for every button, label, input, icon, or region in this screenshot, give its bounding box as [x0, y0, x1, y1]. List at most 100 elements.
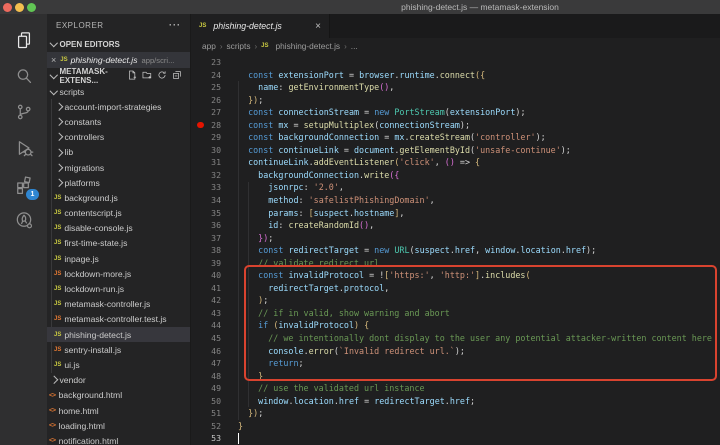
- tab-close-icon[interactable]: ×: [315, 21, 321, 32]
- breakpoint-icon[interactable]: [197, 122, 204, 129]
- line-number[interactable]: 51: [191, 407, 221, 420]
- code-line-23[interactable]: 23: [191, 56, 720, 69]
- breadcrumb-item[interactable]: ...: [351, 41, 358, 51]
- tree-item-loading-html[interactable]: <>loading.html: [47, 418, 190, 433]
- line-number[interactable]: 48: [191, 370, 221, 383]
- line-number[interactable]: 45: [191, 332, 221, 345]
- tree-item-notification-html[interactable]: <>notification.html: [47, 433, 190, 445]
- code-editor[interactable]: 2324 const extensionPort = browser.runti…: [191, 54, 720, 445]
- tree-item-ui-js[interactable]: JSui.js: [47, 357, 190, 372]
- code-line-36[interactable]: 36 id: createRandomId(),: [191, 219, 720, 232]
- tree-item-constants[interactable]: constants: [47, 114, 190, 129]
- new-file-icon[interactable]: [127, 70, 137, 82]
- close-window-button[interactable]: [3, 3, 12, 12]
- tree-item-lib[interactable]: lib: [47, 145, 190, 160]
- code-line-26[interactable]: 26 });: [191, 94, 720, 107]
- line-number[interactable]: 43: [191, 307, 221, 320]
- tree-item-sentry-install-js[interactable]: JSsentry-install.js: [47, 342, 190, 357]
- line-number[interactable]: 37: [191, 232, 221, 245]
- tree-item-phishing-detect-js[interactable]: JSphishing-detect.js: [47, 327, 190, 342]
- tab-phishing-detect[interactable]: JS phishing-detect.js ×: [191, 14, 330, 38]
- code-line-24[interactable]: 24 const extensionPort = browser.runtime…: [191, 69, 720, 82]
- code-line-34[interactable]: 34 method: 'safelistPhishingDomain',: [191, 194, 720, 207]
- more-actions-icon[interactable]: ···: [169, 20, 181, 30]
- line-number[interactable]: 24: [191, 69, 221, 82]
- line-number[interactable]: 42: [191, 294, 221, 307]
- breadcrumb-item[interactable]: app: [202, 41, 216, 51]
- line-number[interactable]: 29: [191, 131, 221, 144]
- line-number[interactable]: 34: [191, 194, 221, 207]
- line-number[interactable]: 38: [191, 244, 221, 257]
- code-line-30[interactable]: 30 const continueLink = document.getElem…: [191, 144, 720, 157]
- code-line-28[interactable]: 28 const mx = setupMultiplex(connectionS…: [191, 119, 720, 132]
- open-editor-item[interactable]: × JS phishing-detect.js app/scri...: [47, 52, 190, 68]
- line-number[interactable]: 31: [191, 156, 221, 169]
- tree-item-contentscript-js[interactable]: JScontentscript.js: [47, 206, 190, 221]
- line-number[interactable]: 33: [191, 181, 221, 194]
- line-number[interactable]: 35: [191, 207, 221, 220]
- tree-item-metamask-controller-test-js[interactable]: JSmetamask-controller.test.js: [47, 312, 190, 327]
- tree-item-lockdown-more-js[interactable]: JSlockdown-more.js: [47, 266, 190, 281]
- tree-item-background-html[interactable]: <>background.html: [47, 388, 190, 403]
- tree-item-vendor[interactable]: vendor: [47, 373, 190, 388]
- line-number[interactable]: 50: [191, 395, 221, 408]
- code-line-25[interactable]: 25 name: getEnvironmentType(),: [191, 81, 720, 94]
- code-line-53[interactable]: 53: [191, 432, 720, 445]
- activity-explorer-icon[interactable]: [0, 23, 47, 57]
- line-number[interactable]: 44: [191, 319, 221, 332]
- line-number[interactable]: 27: [191, 106, 221, 119]
- minimize-window-button[interactable]: [15, 3, 24, 12]
- line-number[interactable]: 32: [191, 169, 221, 182]
- tree-item-migrations[interactable]: migrations: [47, 160, 190, 175]
- tree-item-lockdown-run-js[interactable]: JSlockdown-run.js: [47, 281, 190, 296]
- tree-item-inpage-js[interactable]: JSinpage.js: [47, 251, 190, 266]
- line-number[interactable]: 41: [191, 282, 221, 295]
- breadcrumb-item[interactable]: phishing-detect.js: [276, 41, 341, 51]
- code-line-38[interactable]: 38 const redirectTarget = new URL(suspec…: [191, 244, 720, 257]
- activity-run-and-debug-icon[interactable]: [0, 131, 47, 165]
- tree-item-first-time-state-js[interactable]: JSfirst-time-state.js: [47, 236, 190, 251]
- code-line-31[interactable]: 31 continueLink.addEventListener('click'…: [191, 156, 720, 169]
- line-number[interactable]: 47: [191, 357, 221, 370]
- activity-tool-circle-icon[interactable]: [0, 203, 47, 237]
- line-number[interactable]: 30: [191, 144, 221, 157]
- tree-item-home-html[interactable]: <>home.html: [47, 403, 190, 418]
- code-line-35[interactable]: 35 params: [suspect.hostname],: [191, 207, 720, 220]
- activity-source-control-icon[interactable]: [0, 95, 47, 129]
- zoom-window-button[interactable]: [27, 3, 36, 12]
- open-editors-section[interactable]: OPEN EDITORS: [47, 36, 190, 52]
- code-line-27[interactable]: 27 const connectionStream = new PortStre…: [191, 106, 720, 119]
- breadcrumb-item[interactable]: scripts: [227, 41, 251, 51]
- refresh-icon[interactable]: [157, 70, 167, 82]
- tree-item-metamask-controller-js[interactable]: JSmetamask-controller.js: [47, 297, 190, 312]
- line-number[interactable]: 52: [191, 420, 221, 433]
- tree-item-background-js[interactable]: JSbackground.js: [47, 190, 190, 205]
- line-number[interactable]: 23: [191, 56, 221, 69]
- tree-item-controllers[interactable]: controllers: [47, 130, 190, 145]
- tree-item-disable-console-js[interactable]: JSdisable-console.js: [47, 221, 190, 236]
- tree-item-scripts[interactable]: scripts: [47, 84, 190, 99]
- new-folder-icon[interactable]: [142, 70, 152, 82]
- line-number[interactable]: 28: [191, 119, 221, 132]
- code-line-49[interactable]: 49 // use the validated url instance: [191, 382, 720, 395]
- code-line-33[interactable]: 33 jsonrpc: '2.0',: [191, 181, 720, 194]
- line-number[interactable]: 36: [191, 219, 221, 232]
- tree-item-account-import-strategies[interactable]: account-import-strategies: [47, 99, 190, 114]
- workspace-section[interactable]: METAMASK-EXTENS...: [47, 68, 190, 84]
- code-line-50[interactable]: 50 window.location.href = redirectTarget…: [191, 395, 720, 408]
- collapse-all-icon[interactable]: [172, 70, 182, 82]
- line-number[interactable]: 53: [191, 432, 221, 445]
- code-line-37[interactable]: 37 });: [191, 232, 720, 245]
- code-line-32[interactable]: 32 backgroundConnection.write({: [191, 169, 720, 182]
- activity-extensions-icon[interactable]: 1: [0, 167, 47, 201]
- line-number[interactable]: 49: [191, 382, 221, 395]
- line-number[interactable]: 25: [191, 81, 221, 94]
- line-number[interactable]: 40: [191, 269, 221, 282]
- line-number[interactable]: 46: [191, 345, 221, 358]
- code-line-29[interactable]: 29 const backgroundConnection = mx.creat…: [191, 131, 720, 144]
- code-line-52[interactable]: 52}: [191, 420, 720, 433]
- close-icon[interactable]: ×: [51, 55, 56, 65]
- line-number[interactable]: 26: [191, 94, 221, 107]
- tree-item-platforms[interactable]: platforms: [47, 175, 190, 190]
- activity-search-icon[interactable]: [0, 59, 47, 93]
